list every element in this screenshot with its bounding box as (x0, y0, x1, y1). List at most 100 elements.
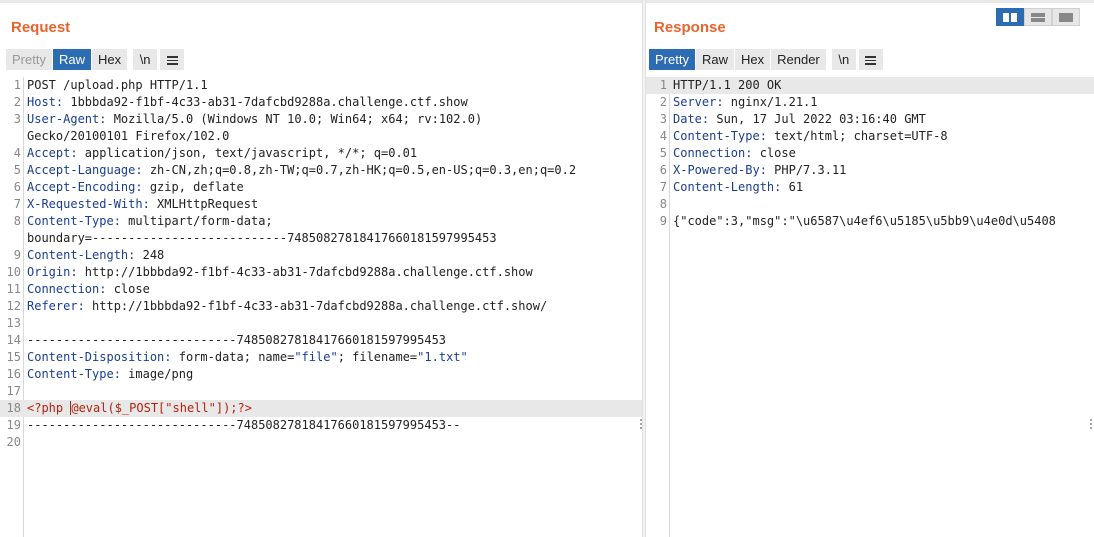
line-number: 4 (13, 146, 21, 160)
editor-line: 2 Host: 1bbbda92-f1bf-4c33-ab31-7dafcbd92… (0, 94, 642, 111)
request-hex-button[interactable]: Hex (91, 49, 128, 70)
header-name: Date: (673, 112, 710, 126)
request-raw-button[interactable]: Raw (52, 49, 91, 70)
line-content: Content-Disposition: form-data; name="fi… (27, 349, 468, 366)
line-content: Referer: http://1bbbda92-f1bf-4c33-ab31-… (27, 298, 547, 315)
header-value: -----------------------------74850827818… (27, 333, 447, 347)
line-number: 1 (13, 78, 21, 92)
hamburger-menu-icon (166, 54, 178, 67)
line-number: 3 (13, 112, 21, 126)
header-value: image/png (120, 367, 194, 381)
response-view-mode-group: Pretty Raw Hex Render (649, 49, 826, 70)
line-number: 4 (659, 129, 667, 143)
editor-line: 7 Content-Length: 61 (646, 179, 1094, 196)
editor-line: 7 X-Requested-With: XMLHttpRequest (0, 196, 642, 213)
editor-line: 3 Date: Sun, 17 Jul 2022 03:16:40 GMT (646, 111, 1094, 128)
line-content: Content-Type: image/png (27, 366, 193, 383)
line-number: 17 (6, 384, 21, 398)
editor-line: 6 X-Powered-By: PHP/7.3.11 (646, 162, 1094, 179)
response-newline-toggle[interactable]: \n (831, 49, 856, 70)
line-content: Accept-Encoding: gzip, deflate (27, 179, 244, 196)
line-content: Accept: application/json, text/javascrip… (27, 145, 417, 162)
header-value: boundary=---------------------------7485… (27, 231, 497, 245)
response-menu-button[interactable] (858, 49, 883, 70)
single-view-icon[interactable] (1052, 8, 1080, 26)
line-number: 11 (6, 282, 21, 296)
header-name: Content-Type: (27, 367, 121, 381)
editor-line: 9 Content-Length: 248 (0, 247, 642, 264)
response-hex-button[interactable]: Hex (734, 49, 771, 70)
split-view-icon[interactable] (996, 8, 1024, 26)
line-number: 8 (659, 197, 667, 211)
line-number: 9 (659, 214, 667, 228)
header-name: Content-Type: (673, 129, 767, 143)
line-number: 7 (659, 180, 667, 194)
line-content: Gecko/20100101 Firefox/102.0 (27, 128, 229, 145)
response-render-button[interactable]: Render (771, 49, 826, 70)
response-resize-handle-icon[interactable] (1090, 419, 1093, 431)
request-menu-button[interactable] (160, 49, 185, 70)
php-open-tag: <?php (27, 401, 71, 415)
header-value: http://1bbbda92-f1bf-4c33-ab31-7dafcbd92… (84, 299, 548, 313)
request-pane: Request Pretty Raw Hex \n 1 POST /upload.… (0, 0, 642, 537)
line-number: 10 (6, 265, 21, 279)
header-value: XMLHttpRequest (149, 197, 259, 211)
response-toolbar: Pretty Raw Hex Render \n (649, 49, 886, 70)
editor-line: 4 Content-Type: text/html; charset=UTF-8 (646, 128, 1094, 145)
header-name: Content-Length: (27, 248, 136, 262)
header-name: Accept-Encoding: (27, 180, 143, 194)
editor-line: 13 (0, 315, 642, 332)
request-newline-toggle[interactable]: \n (133, 49, 158, 70)
line-number: 1 (659, 78, 667, 92)
request-pretty-button[interactable]: Pretty (6, 49, 52, 70)
header-value: close (106, 282, 150, 296)
line-number: 7 (13, 197, 21, 211)
response-pretty-button[interactable]: Pretty (649, 49, 695, 70)
response-title: Response (654, 19, 726, 36)
response-pane: Response Pretty Raw Hex Render \n 1 HTTP/… (646, 0, 1094, 537)
request-editor[interactable]: 1 POST /upload.php HTTP/1.1 2 Host: 1bbbda9… (0, 77, 642, 537)
request-toolbar: Pretty Raw Hex \n (6, 49, 187, 70)
line-number: 19 (6, 418, 21, 432)
editor-line: 1 POST /upload.php HTTP/1.1 (0, 77, 642, 94)
response-raw-button[interactable]: Raw (695, 49, 734, 70)
response-editor[interactable]: 1 HTTP/1.1 200 OK 2 Server: nginx/1.21.1 3 Da… (646, 77, 1094, 537)
header-value: Mozilla/5.0 (Windows NT 10.0; Win64; x64… (106, 112, 483, 126)
header-value: -----------------------------74850827818… (27, 418, 461, 432)
request-view-mode-group: Pretty Raw Hex (6, 49, 128, 70)
header-value: nginx/1.21.1 (723, 95, 818, 109)
header-value: HTTP/1.1 200 OK (673, 78, 782, 92)
line-content: Connection: close (673, 145, 796, 162)
header-value: POST /upload.php HTTP/1.1 (27, 78, 208, 92)
line-content: X-Powered-By: PHP/7.3.11 (673, 162, 846, 179)
line-content: Content-Type: multipart/form-data; (27, 213, 273, 230)
line-number: 9 (13, 248, 21, 262)
editor-line: 14 -----------------------------748508278… (0, 332, 642, 349)
line-content: Date: Sun, 17 Jul 2022 03:16:40 GMT (673, 111, 926, 128)
line-content: boundary=---------------------------7485… (27, 230, 497, 247)
editor-line: 4 Accept: application/json, text/javascri… (0, 145, 642, 162)
editor-line: 11 Connection: close (0, 281, 642, 298)
line-number: 6 (659, 163, 667, 177)
header-value: PHP/7.3.11 (766, 163, 847, 177)
header-name: Referer: (27, 299, 85, 313)
header-name: Connection: (27, 282, 107, 296)
line-number: 5 (13, 163, 21, 177)
hamburger-menu-icon (865, 54, 877, 67)
header-value: 1bbbda92-f1bf-4c33-ab31-7dafcbd9288a.cha… (63, 95, 468, 109)
editor-line: boundary=---------------------------7485… (0, 230, 642, 247)
field-name-string: "file" (294, 350, 338, 364)
header-value: Sun, 17 Jul 2022 03:16:40 GMT (709, 112, 926, 126)
line-number: 12 (6, 299, 21, 313)
header-name: Connection: (673, 146, 753, 160)
editor-line: 10 Origin: http://1bbbda92-f1bf-4c33-ab31… (0, 264, 642, 281)
header-value: Gecko/20100101 Firefox/102.0 (27, 129, 230, 143)
header-value: application/json, text/javascript, */*; … (77, 146, 418, 160)
line-number: 13 (6, 316, 21, 330)
header-name: X-Requested-With: (27, 197, 150, 211)
rows-view-icon[interactable] (1024, 8, 1052, 26)
header-value: form-data; name= (171, 350, 295, 364)
header-name: Host: (27, 95, 64, 109)
line-number: 2 (13, 95, 21, 109)
header-value: http://1bbbda92-f1bf-4c33-ab31-7dafcbd92… (77, 265, 533, 279)
